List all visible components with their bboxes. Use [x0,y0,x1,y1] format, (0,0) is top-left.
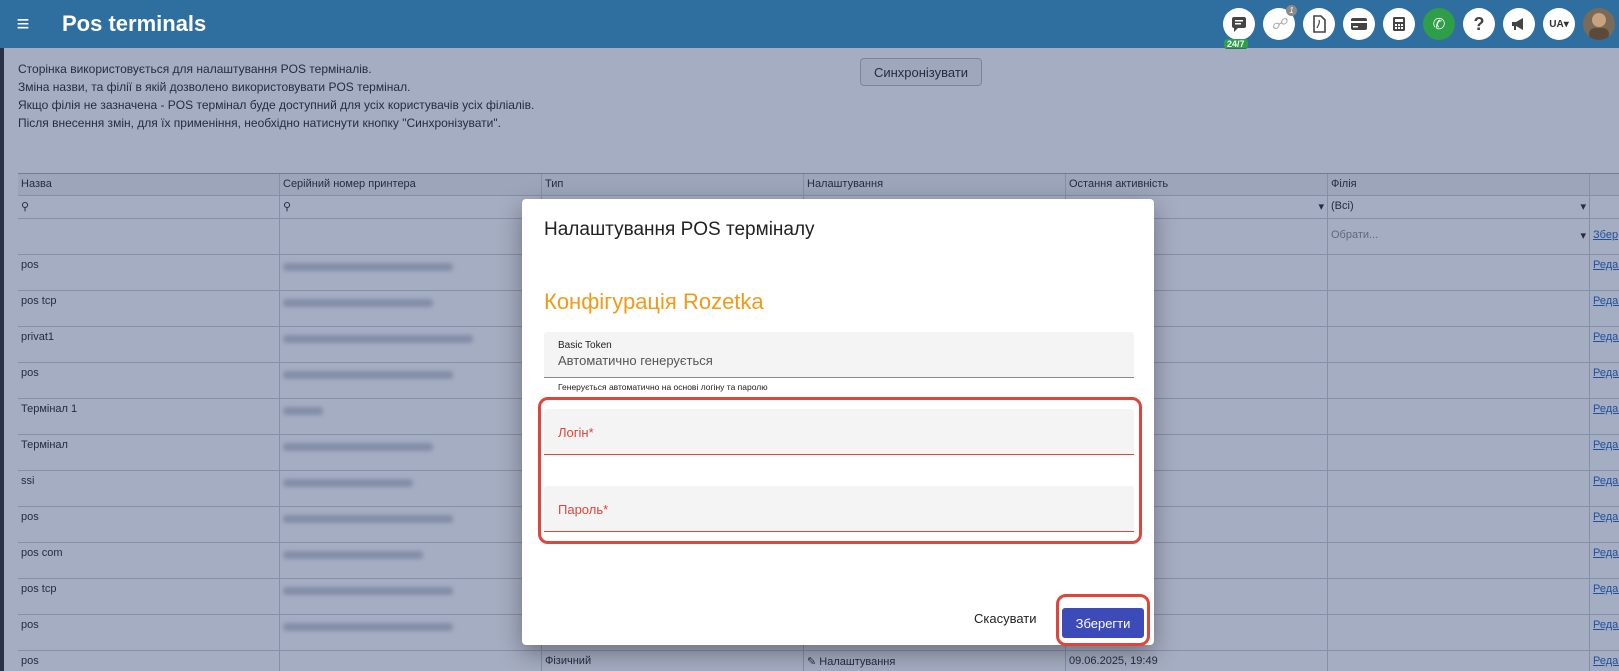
language-selector[interactable]: UA▾ [1543,8,1575,40]
notification-badge: 1 [1286,5,1297,16]
phone-icon[interactable]: ✆ [1423,8,1455,40]
basic-token-field: Basic Token Автоматично генерується [544,332,1134,378]
header-toolbar: 24/7 ☍ 1 ✆ ? UA▾ [1223,5,1615,49]
save-button[interactable]: Зберегти [1062,608,1144,638]
config-title: Конфігурація Rozetka [544,289,764,314]
pos-settings-dialog: Налаштування POS терміналу Конфігурація … [522,199,1154,646]
basic-token-value: Автоматично генерується [558,353,713,368]
basic-token-hint: Генерується автоматично на основі логіну… [558,382,768,392]
help-icon[interactable]: ? [1463,8,1495,40]
credit-card-icon[interactable] [1343,8,1375,40]
cancel-button[interactable]: Скасувати [974,611,1037,626]
avatar[interactable] [1583,8,1615,40]
signature-icon[interactable]: ☍ 1 [1263,5,1297,40]
megaphone-icon[interactable] [1503,8,1535,40]
top-header: ≡ Pos terminals 24/7 ☍ 1 ✆ ? UA▾ [0,0,1619,49]
basic-token-label: Basic Token [558,340,612,351]
page-title: Pos terminals [62,11,207,36]
calculator-icon[interactable] [1383,8,1415,40]
pdf-icon[interactable] [1303,8,1335,40]
dialog-title: Налаштування POS терміналу [544,219,815,240]
hamburger-icon[interactable]: ≡ [0,0,46,48]
fields-highlight [538,397,1142,544]
chat-icon[interactable]: 24/7 [1223,8,1255,49]
